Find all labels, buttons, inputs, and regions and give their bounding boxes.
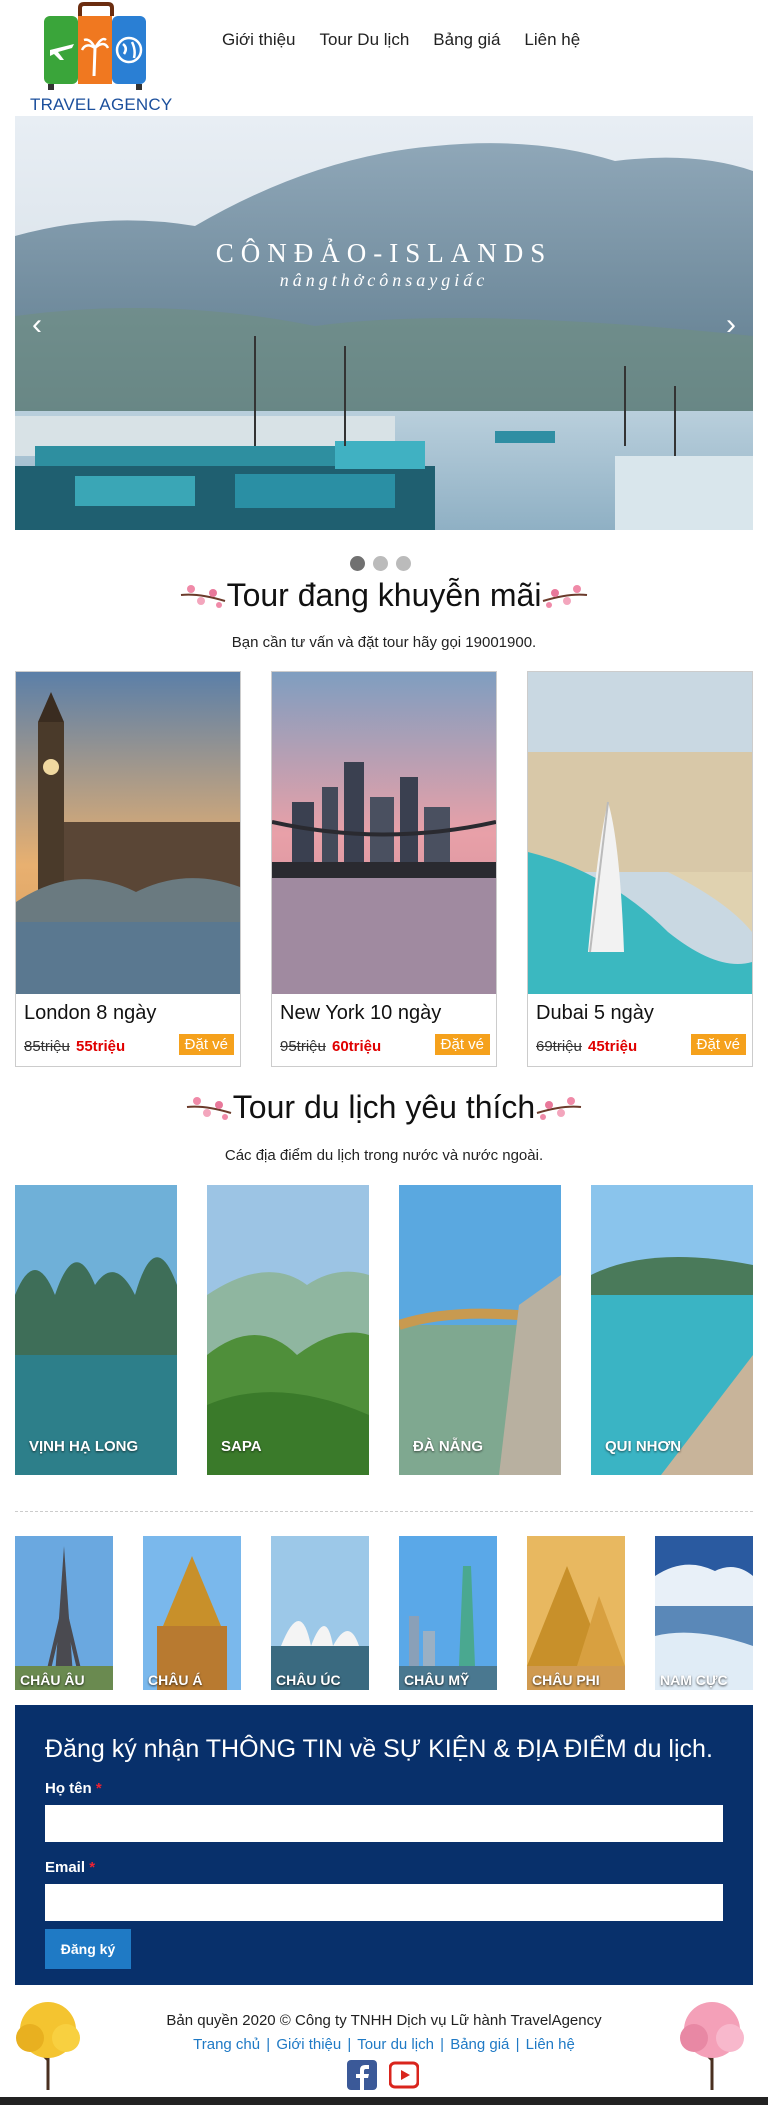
cherry-branch-icon bbox=[536, 1097, 582, 1120]
slider-dots bbox=[350, 556, 411, 571]
footer-separator: | bbox=[266, 2036, 271, 2053]
hero-slider: CÔNĐẢO-ISLANDS nângthởcônsaygiấc ‹ › bbox=[15, 116, 753, 530]
footer-separator: | bbox=[347, 2036, 352, 2053]
name-field[interactable] bbox=[45, 1805, 723, 1842]
promo-card-london[interactable]: London 8 ngày 85triệu 55triệu Đặt vé bbox=[15, 671, 241, 1067]
eiffel-image bbox=[15, 1536, 113, 1690]
slider-dot-3[interactable] bbox=[396, 556, 411, 571]
promo-title: Tour đang khuyễn mãi bbox=[226, 576, 542, 613]
slider-next-button[interactable]: › bbox=[719, 308, 743, 342]
continent-label: NAM CỰC bbox=[660, 1672, 728, 1688]
footer-separator: | bbox=[440, 2036, 445, 2053]
favorites-heading: Tour du lịch yêu thích bbox=[0, 1087, 768, 1127]
promo-card-dubai[interactable]: Dubai 5 ngày 69triệu 45triệu Đặt vé bbox=[527, 671, 753, 1067]
facebook-icon[interactable] bbox=[347, 2060, 377, 2090]
continent-tile-nam-cuc[interactable]: NAM CỰC bbox=[655, 1536, 753, 1690]
main-nav: Giới thiệu Tour Du lịch Bảng giá Liên hệ bbox=[210, 28, 592, 52]
subscribe-submit-button[interactable]: Đăng ký bbox=[45, 1929, 131, 1969]
footer-link-trang-chu[interactable]: Trang chủ bbox=[193, 2036, 260, 2053]
ha-long-image bbox=[15, 1185, 177, 1475]
footer-links: Trang chủ | Giới thiệu | Tour du lịch | … bbox=[0, 2036, 768, 2053]
footer-link-bang-gia[interactable]: Bảng giá bbox=[450, 2036, 509, 2053]
section-divider bbox=[15, 1511, 753, 1512]
old-price: 95triệu bbox=[280, 1038, 326, 1055]
tour-name: London 8 ngày bbox=[24, 1002, 157, 1024]
london-image bbox=[16, 672, 240, 994]
favorite-tile-da-nang[interactable]: ĐÀ NẴNG bbox=[399, 1185, 561, 1475]
tour-name: Dubai 5 ngày bbox=[536, 1002, 654, 1024]
cherry-branch-icon bbox=[543, 585, 588, 608]
favorite-tile-ha-long[interactable]: VỊNH HẠ LONG bbox=[15, 1185, 177, 1475]
book-button-london[interactable]: Đặt vé bbox=[178, 1034, 234, 1055]
statue-of-liberty-image bbox=[399, 1536, 497, 1690]
book-button-dubai[interactable]: Đặt vé bbox=[690, 1034, 746, 1055]
slide-caption-subtitle: nângthởcônsaygiấc bbox=[279, 270, 489, 290]
site-footer: Bản quyền 2020 © Công ty TNHH Dịch vụ Lữ… bbox=[0, 1990, 768, 2105]
continent-label: CHÂU Á bbox=[148, 1672, 203, 1688]
continent-tile-chau-phi[interactable]: CHÂU PHI bbox=[527, 1536, 625, 1690]
continent-tile-chau-a[interactable]: CHÂU Á bbox=[143, 1536, 241, 1690]
book-button-new-york[interactable]: Đặt vé bbox=[434, 1034, 490, 1055]
copyright-text: Bản quyền 2020 © Công ty TNHH Dịch vụ Lữ… bbox=[166, 2012, 602, 2029]
nav-gioi-thieu[interactable]: Giới thiệu bbox=[210, 28, 308, 52]
subscribe-title: Đăng ký nhận THÔNG TIN về SỰ KIỆN & ĐỊA … bbox=[45, 1735, 713, 1763]
continent-tile-chau-my[interactable]: CHÂU MỸ bbox=[399, 1536, 497, 1690]
footer-separator: | bbox=[515, 2036, 520, 2053]
thai-temple-image bbox=[143, 1536, 241, 1690]
new-price: 60triệu bbox=[332, 1038, 382, 1055]
promo-subtitle: Bạn cần tư vấn và đặt tour hãy gọi 19001… bbox=[231, 634, 537, 651]
new-price: 55triệu bbox=[76, 1038, 126, 1055]
youtube-icon[interactable] bbox=[389, 2060, 419, 2090]
logo-text: TRAVEL AGENCY bbox=[30, 95, 173, 114]
slider-dot-2[interactable] bbox=[373, 556, 388, 571]
footer-link-lien-he[interactable]: Liên hệ bbox=[526, 2036, 575, 2053]
old-price: 85triệu bbox=[24, 1038, 70, 1055]
favorite-label: QUI NHƠN bbox=[605, 1438, 682, 1455]
pyramid-image bbox=[527, 1536, 625, 1690]
continent-label: CHÂU MỸ bbox=[404, 1672, 470, 1688]
footer-link-gioi-thieu[interactable]: Giới thiệu bbox=[276, 2036, 341, 2053]
continent-tile-chau-au[interactable]: CHÂU ÂU bbox=[15, 1536, 113, 1690]
continent-label: CHÂU PHI bbox=[532, 1672, 600, 1688]
promo-heading: Tour đang khuyễn mãi bbox=[0, 575, 768, 615]
nav-bang-gia[interactable]: Bảng giá bbox=[421, 28, 512, 52]
subscribe-form: Đăng ký nhận THÔNG TIN về SỰ KIỆN & ĐỊA … bbox=[15, 1705, 753, 1985]
favorite-label: SAPA bbox=[221, 1438, 262, 1455]
cherry-branch-icon bbox=[186, 1097, 232, 1120]
antarctica-image bbox=[655, 1536, 753, 1690]
favorite-label: VỊNH HẠ LONG bbox=[29, 1438, 139, 1455]
social-links bbox=[347, 2060, 419, 2090]
favorite-tile-qui-nhon[interactable]: QUI NHƠN bbox=[591, 1185, 753, 1475]
qui-nhon-image bbox=[591, 1185, 753, 1475]
new-york-image bbox=[271, 672, 497, 994]
continent-label: CHÂU ÚC bbox=[276, 1672, 341, 1688]
slider-dot-1[interactable] bbox=[350, 556, 365, 571]
favorite-tile-sapa[interactable]: SAPA bbox=[207, 1185, 369, 1475]
site-header: TRAVEL AGENCY Giới thiệu Tour Du lịch Bả… bbox=[0, 0, 768, 115]
nav-tour-du-lich[interactable]: Tour Du lịch bbox=[308, 28, 422, 52]
new-price: 45triệu bbox=[588, 1038, 638, 1055]
email-field[interactable] bbox=[45, 1884, 723, 1921]
footer-link-tour-du-lich[interactable]: Tour du lịch bbox=[357, 2036, 434, 2053]
slide-caption-title: CÔNĐẢO-ISLANDS bbox=[215, 238, 553, 268]
sapa-image bbox=[207, 1185, 369, 1475]
nav-lien-he[interactable]: Liên hệ bbox=[512, 28, 592, 52]
footer-bottom-bar bbox=[0, 2097, 768, 2105]
name-label: Họ tên * bbox=[45, 1780, 102, 1797]
favorites-title: Tour du lịch yêu thích bbox=[232, 1088, 536, 1125]
sydney-opera-image bbox=[271, 1536, 369, 1690]
slider-prev-button[interactable]: ‹ bbox=[25, 308, 49, 342]
cherry-branch-icon bbox=[180, 585, 225, 608]
email-label: Email * bbox=[45, 1859, 96, 1876]
da-nang-image bbox=[399, 1185, 561, 1475]
favorites-subtitle: Các địa điểm du lịch trong nước và nước … bbox=[224, 1147, 544, 1164]
promo-card-new-york[interactable]: New York 10 ngày 95triệu 60triệu Đặt vé bbox=[271, 671, 497, 1067]
hero-slide-image bbox=[15, 116, 753, 530]
old-price: 69triệu bbox=[536, 1038, 582, 1055]
dubai-image bbox=[528, 672, 752, 994]
continent-tile-chau-uc[interactable]: CHÂU ÚC bbox=[271, 1536, 369, 1690]
favorite-label: ĐÀ NẴNG bbox=[413, 1438, 483, 1455]
continent-label: CHÂU ÂU bbox=[20, 1672, 85, 1688]
tour-name: New York 10 ngày bbox=[280, 1002, 442, 1024]
